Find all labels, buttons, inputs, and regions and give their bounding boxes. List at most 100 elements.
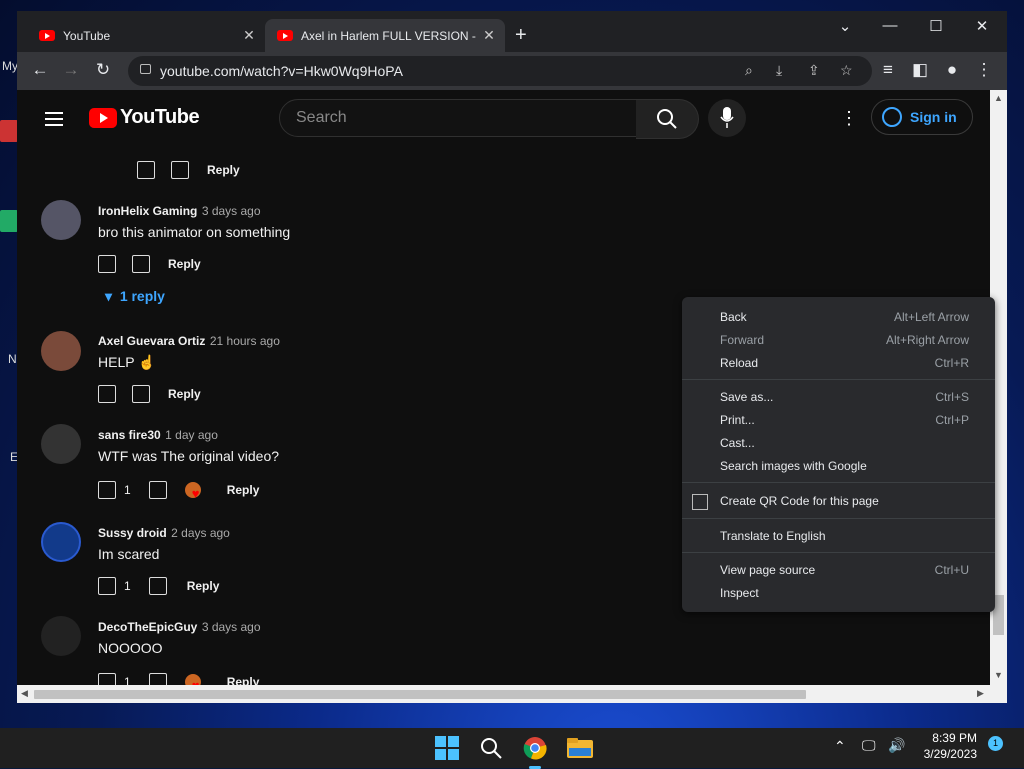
menu-item-reload[interactable]: Reload Ctrl+R [682, 352, 995, 374]
menu-item-search-images[interactable]: Search images with Google [682, 455, 995, 477]
avatar[interactable] [41, 616, 81, 656]
close-window-icon[interactable]: ✕ [959, 17, 1005, 35]
reply-button[interactable]: Reply [227, 675, 260, 685]
comment-header: Sussy droid 2 days ago [98, 524, 230, 542]
browser-toolbar: ← → ↻ youtube.com/watch?v=Hkw0Wq9HoPA ⌕ … [17, 52, 1007, 90]
reply-button[interactable]: Reply [227, 483, 260, 497]
horizontal-scrollbar[interactable]: ◀ ▶ [17, 685, 1007, 703]
share-icon[interactable]: ⇪ [808, 62, 820, 79]
scroll-up-arrow-icon[interactable]: ▲ [994, 93, 1003, 103]
scrollbar-thumb[interactable] [34, 690, 806, 699]
comment-author[interactable]: Sussy droid [98, 526, 167, 540]
avatar[interactable] [41, 424, 81, 464]
youtube-logo[interactable]: YouTube [89, 106, 200, 129]
thumbs-up-icon[interactable] [137, 161, 155, 179]
clock-time: 8:39 PM [932, 731, 977, 745]
desktop-app-icon[interactable] [0, 210, 18, 232]
comment-time[interactable]: 3 days ago [202, 620, 261, 634]
browser-menu-icon[interactable]: ⋮ [973, 60, 995, 80]
thumbs-down-icon[interactable] [132, 385, 150, 403]
new-tab-button[interactable]: + [515, 24, 527, 47]
comment-time[interactable]: 3 days ago [202, 204, 261, 218]
file-explorer-icon[interactable] [567, 736, 593, 760]
menu-item-create-qr-code[interactable]: Create QR Code for this page [682, 490, 995, 512]
scroll-down-arrow-icon[interactable]: ▼ [994, 670, 1003, 680]
thumbs-down-icon[interactable] [148, 577, 167, 595]
comment-time[interactable]: 1 day ago [165, 428, 218, 442]
minimize-icon[interactable]: — [867, 17, 913, 34]
search-icon[interactable] [479, 736, 503, 760]
thumbs-down-icon[interactable] [132, 255, 150, 273]
search-input[interactable] [294, 108, 618, 128]
thumbs-up-icon[interactable] [98, 481, 116, 499]
thumbs-down-icon[interactable] [148, 481, 167, 499]
tab-search-icon[interactable]: ⌄ [822, 17, 868, 35]
close-tab-icon[interactable]: ✕ [479, 27, 499, 44]
volume-icon[interactable]: 🔊 [888, 737, 905, 754]
avatar[interactable] [41, 200, 81, 240]
tab-title: YouTube [63, 28, 111, 43]
desktop-app-icon[interactable] [0, 120, 18, 142]
hamburger-menu-icon[interactable] [45, 112, 63, 130]
avatar[interactable] [41, 331, 81, 371]
thumbs-down-icon[interactable] [148, 673, 167, 685]
network-icon[interactable]: 🖵 [862, 737, 876, 754]
menu-item-translate[interactable]: Translate to English [682, 525, 995, 547]
chrome-icon[interactable] [523, 736, 547, 769]
search-box [279, 99, 638, 137]
address-bar[interactable]: youtube.com/watch?v=Hkw0Wq9HoPA ⌕ ⤓ ⇪ ☆ [128, 56, 872, 86]
comment-time[interactable]: 21 hours ago [210, 334, 280, 348]
chevron-up-icon[interactable]: ⌃ [834, 738, 846, 755]
avatar[interactable] [41, 522, 81, 562]
thumbs-up-icon[interactable] [98, 255, 116, 273]
settings-kebab-icon[interactable]: ⋮ [840, 108, 858, 129]
forward-arrow-icon[interactable]: → [60, 60, 82, 80]
scroll-right-arrow-icon[interactable]: ▶ [977, 688, 984, 699]
menu-item-view-source[interactable]: View page source Ctrl+U [682, 559, 995, 581]
system-clock[interactable]: 8:39 PM 3/29/2023 [922, 730, 977, 762]
tab-axel-in-harlem[interactable]: Axel in Harlem FULL VERSION - YouTube ✕ [265, 19, 505, 52]
comment-author[interactable]: sans fire30 [98, 428, 161, 442]
close-tab-icon[interactable]: ✕ [239, 27, 259, 44]
comment-author[interactable]: Axel Guevara Ortiz [98, 334, 205, 348]
view-replies-button[interactable]: ▾ 1 reply [105, 288, 165, 305]
menu-item-back[interactable]: Back Alt+Left Arrow [682, 306, 995, 328]
thumbs-up-icon[interactable] [98, 577, 116, 595]
back-arrow-icon[interactable]: ← [29, 60, 51, 80]
thumbs-up-icon[interactable] [98, 673, 116, 685]
reply-button[interactable]: Reply [168, 257, 201, 271]
side-panel-icon[interactable]: ◧ [909, 60, 931, 80]
menu-item-inspect[interactable]: Inspect [682, 582, 995, 604]
search-button[interactable] [636, 99, 699, 139]
comment-time[interactable]: 2 days ago [171, 526, 230, 540]
voice-search-button[interactable] [708, 99, 746, 137]
comment-author[interactable]: IronHelix Gaming [98, 204, 197, 218]
menu-item-cast[interactable]: Cast... [682, 432, 995, 454]
profile-icon[interactable]: ● [941, 60, 963, 80]
reload-icon[interactable]: ↻ [92, 60, 114, 80]
notification-badge[interactable]: 1 [988, 736, 1003, 751]
comment-author[interactable]: DecoTheEpicGuy [98, 620, 197, 634]
install-app-icon[interactable]: ⤓ [776, 62, 782, 79]
like-count: 1 [124, 675, 131, 685]
comment-actions: 1 Reply [98, 481, 260, 501]
search-icon[interactable]: ⌕ [745, 62, 753, 79]
maximize-icon[interactable]: ☐ [913, 17, 959, 35]
menu-item-save-as[interactable]: Save as... Ctrl+S [682, 386, 995, 408]
menu-item-print[interactable]: Print... Ctrl+P [682, 409, 995, 431]
comment-header: sans fire30 1 day ago [98, 426, 218, 444]
youtube-favicon-icon [39, 30, 55, 41]
scroll-left-arrow-icon[interactable]: ◀ [21, 688, 28, 699]
menu-item-forward[interactable]: Forward Alt+Right Arrow [682, 329, 995, 351]
reply-button[interactable]: Reply [168, 387, 201, 401]
reply-button[interactable]: Reply [207, 163, 240, 177]
sign-in-button[interactable]: Sign in [871, 99, 973, 135]
bookmark-star-icon[interactable]: ☆ [840, 62, 853, 79]
reply-button[interactable]: Reply [187, 579, 220, 593]
thumbs-up-icon[interactable] [98, 385, 116, 403]
chevron-down-icon: ▾ [105, 288, 113, 304]
media-queue-icon[interactable]: ≡ [877, 60, 899, 80]
tab-youtube[interactable]: YouTube ✕ [27, 19, 265, 52]
thumbs-down-icon[interactable] [171, 161, 189, 179]
start-windows-icon[interactable] [435, 736, 459, 760]
